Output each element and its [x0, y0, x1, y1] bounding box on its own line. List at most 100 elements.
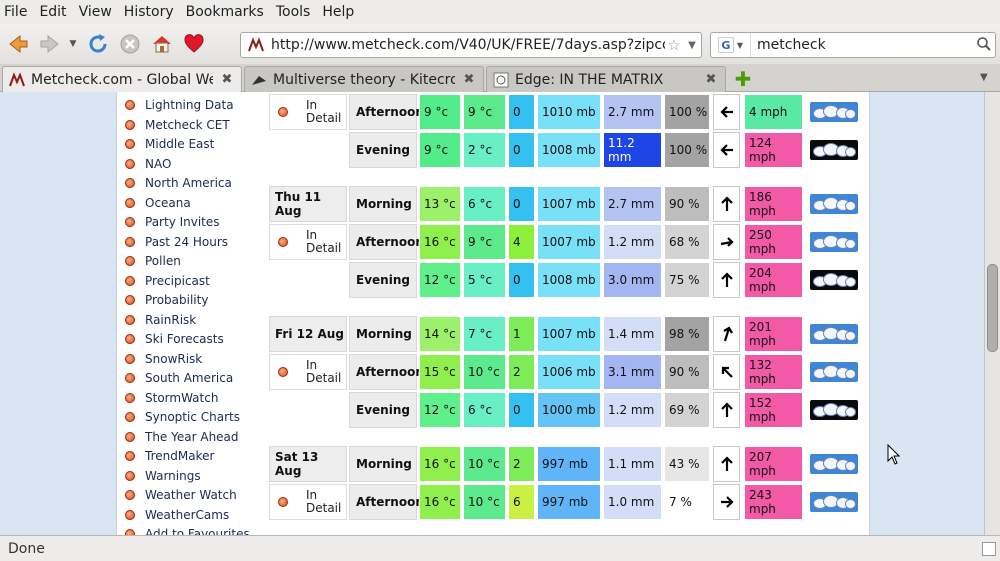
- in-detail-link[interactable]: In Detail: [269, 484, 347, 520]
- close-icon[interactable]: ✖: [703, 72, 719, 87]
- search-engine-selector[interactable]: G ▼: [711, 33, 751, 57]
- history-dropdown[interactable]: ▼: [66, 30, 80, 58]
- in-detail-label[interactable]: In Detail: [306, 359, 346, 385]
- sidebar-item[interactable]: Oceana: [125, 194, 191, 212]
- bullet-icon: [125, 509, 135, 520]
- sidebar-item[interactable]: StormWatch: [125, 389, 218, 407]
- sidebar-item-label[interactable]: RainRisk: [145, 313, 196, 327]
- in-detail-link[interactable]: In Detail: [269, 94, 347, 130]
- menu-edit[interactable]: Edit: [39, 4, 66, 20]
- menu-file[interactable]: File: [4, 4, 27, 20]
- vertical-scrollbar[interactable]: [984, 92, 1000, 535]
- sidebar-item[interactable]: North America: [125, 174, 232, 192]
- sidebar-item-label[interactable]: Party Invites: [145, 215, 220, 229]
- sidebar-item-label[interactable]: Lightning Data: [145, 98, 234, 112]
- in-detail-link[interactable]: In Detail: [269, 224, 347, 260]
- sidebar-item-label[interactable]: Oceana: [145, 196, 191, 210]
- menu-tools[interactable]: Tools: [276, 4, 311, 20]
- bookmark-star-icon[interactable]: ☆: [665, 36, 683, 54]
- sidebar-item-label[interactable]: Warnings: [145, 469, 201, 483]
- sidebar-item[interactable]: Precipicast: [125, 272, 210, 290]
- sidebar-item[interactable]: Add to Favourites: [125, 525, 250, 535]
- reload-button[interactable]: [84, 30, 112, 58]
- sidebar-item-label[interactable]: The Year Ahead: [145, 430, 239, 444]
- sidebar-item-label[interactable]: TrendMaker: [145, 449, 214, 463]
- bullet-icon: [125, 295, 135, 305]
- sidebar-item-label[interactable]: Past 24 Hours: [145, 235, 228, 249]
- sidebar-item[interactable]: Warnings: [125, 467, 201, 485]
- sidebar-item-label[interactable]: NAO: [145, 157, 171, 171]
- cell-humidity: 100 %: [664, 94, 710, 130]
- in-detail-label[interactable]: In Detail: [306, 99, 346, 125]
- period-label: Evening: [349, 262, 417, 298]
- bookmark-heart-button[interactable]: [180, 30, 208, 58]
- in-detail-link[interactable]: In Detail: [269, 354, 347, 390]
- cell-feels: 10 °c: [463, 354, 506, 390]
- home-button[interactable]: [148, 30, 176, 58]
- sidebar-item-label[interactable]: South America: [145, 371, 233, 385]
- in-detail-label[interactable]: In Detail: [306, 489, 346, 515]
- url-text[interactable]: http://www.metcheck.com/V40/UK/FREE/7day…: [271, 37, 665, 53]
- cell-temp: 9 °c: [419, 132, 461, 168]
- sidebar-item[interactable]: Lightning Data: [125, 96, 234, 114]
- url-bar[interactable]: http://www.metcheck.com/V40/UK/FREE/7day…: [240, 32, 702, 58]
- sidebar-item-label[interactable]: Precipicast: [145, 274, 210, 288]
- close-icon[interactable]: ✖: [219, 72, 235, 87]
- sidebar-item[interactable]: Middle East: [125, 135, 214, 153]
- day-label: Sat 13 Aug: [269, 446, 347, 482]
- close-icon[interactable]: ✖: [461, 72, 477, 87]
- sidebar-item-label[interactable]: Ski Forecasts: [145, 332, 224, 346]
- sidebar-item[interactable]: Weather Watch: [125, 486, 237, 504]
- sidebar-item-label[interactable]: SnowRisk: [145, 352, 202, 366]
- search-input[interactable]: metcheck: [751, 37, 973, 53]
- back-button[interactable]: [4, 30, 32, 58]
- sidebar-item[interactable]: SnowRisk: [125, 350, 202, 368]
- sidebar-item-label[interactable]: Weather Watch: [145, 488, 237, 502]
- sidebar-item[interactable]: Probability: [125, 291, 208, 309]
- menu-view[interactable]: View: [79, 4, 112, 20]
- wind-direction: [713, 186, 740, 222]
- menu-history[interactable]: History: [124, 4, 174, 20]
- sidebar-item[interactable]: Metcheck CET: [125, 116, 230, 134]
- tab-edge[interactable]: Edge: IN THE MATRIX ✖: [486, 66, 726, 92]
- sidebar-item-label[interactable]: North America: [145, 176, 232, 190]
- new-tab-plus-icon[interactable]: ✚: [734, 69, 752, 89]
- search-bar[interactable]: G ▼ metcheck: [710, 32, 996, 58]
- sidebar-item-label[interactable]: Synoptic Charts: [145, 410, 240, 424]
- sidebar-item[interactable]: TrendMaker: [125, 447, 214, 465]
- in-detail-label[interactable]: In Detail: [306, 229, 346, 255]
- sidebar-item[interactable]: Past 24 Hours: [125, 233, 228, 251]
- sidebar-item-label[interactable]: Metcheck CET: [145, 118, 230, 132]
- sidebar-item[interactable]: The Year Ahead: [125, 428, 239, 446]
- sidebar-item[interactable]: Party Invites: [125, 213, 220, 231]
- tab-multiverse[interactable]: Multiverse theory - Kitecro... ✖: [244, 66, 484, 92]
- cell-temp: 13 °c: [419, 186, 461, 222]
- sidebar-item[interactable]: NAO: [125, 155, 171, 173]
- sidebar-item-label[interactable]: Add to Favourites: [145, 527, 250, 535]
- sidebar-item-label[interactable]: Probability: [145, 293, 208, 307]
- bullet-icon: [278, 237, 288, 247]
- sidebar-item-label[interactable]: Pollen: [145, 254, 181, 268]
- url-dropdown-icon[interactable]: ▼: [683, 40, 701, 51]
- scrollbar-thumb[interactable]: [987, 264, 998, 352]
- menu-help[interactable]: Help: [322, 4, 354, 20]
- sidebar-item[interactable]: WeatherCams: [125, 506, 229, 524]
- sidebar-item-label[interactable]: Middle East: [145, 137, 214, 151]
- cell-precip: 1.2 mm: [603, 224, 662, 260]
- search-icon[interactable]: [973, 36, 995, 55]
- sidebar-item[interactable]: Ski Forecasts: [125, 330, 224, 348]
- tab-list-chevron-icon[interactable]: ▼: [980, 72, 988, 83]
- weather-icon-cell: [807, 316, 861, 352]
- sidebar-item[interactable]: Pollen: [125, 252, 181, 270]
- sidebar-item[interactable]: South America: [125, 369, 233, 387]
- sidebar-item[interactable]: RainRisk: [125, 311, 196, 329]
- resize-grip-icon[interactable]: [982, 542, 996, 556]
- period-label: Morning: [349, 446, 417, 482]
- forward-button[interactable]: [36, 30, 64, 58]
- sidebar-item[interactable]: Synoptic Charts: [125, 408, 240, 426]
- menu-bookmarks[interactable]: Bookmarks: [186, 4, 264, 20]
- tab-metcheck[interactable]: Metcheck.com - Global We... ✖: [2, 66, 242, 92]
- stop-button[interactable]: [116, 30, 144, 58]
- sidebar-item-label[interactable]: StormWatch: [145, 391, 218, 405]
- sidebar-item-label[interactable]: WeatherCams: [145, 508, 229, 522]
